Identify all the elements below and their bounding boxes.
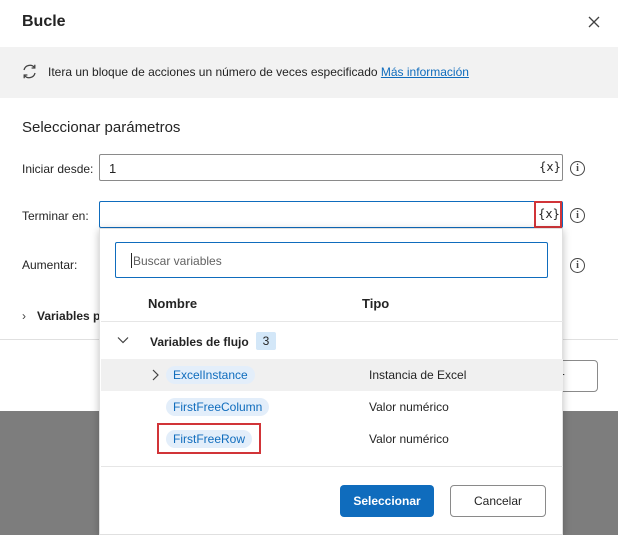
column-header-type[interactable]: Tipo — [362, 296, 389, 311]
close-icon[interactable] — [584, 12, 604, 32]
variables-produced-toggle[interactable]: Variables pr — [37, 309, 105, 323]
start-variable-button[interactable]: {x} — [538, 157, 562, 177]
variable-row-firstfreecolumn[interactable]: FirstFreeColumn Valor numérico — [101, 391, 563, 423]
flow-variables-group-label[interactable]: Variables de flujo — [150, 335, 249, 349]
variable-type: Valor numérico — [369, 432, 449, 446]
start-value: 1 — [109, 161, 117, 176]
chevron-right-icon[interactable] — [150, 369, 160, 381]
loop-icon — [23, 64, 36, 79]
start-info-icon[interactable]: i — [570, 161, 585, 176]
start-field[interactable]: 1 — [99, 154, 563, 181]
dialog-title: Bucle — [22, 13, 66, 30]
increment-label: Aumentar: — [22, 258, 78, 272]
end-field[interactable] — [99, 201, 563, 228]
select-button[interactable]: Seleccionar — [340, 485, 434, 517]
text-cursor — [131, 253, 132, 268]
variable-picker-panel: Buscar variables Nombre Tipo Variables d… — [99, 228, 563, 535]
start-label: Iniciar desde: — [22, 162, 94, 176]
flow-variables-count-badge: 3 — [256, 332, 276, 350]
header-divider — [101, 321, 563, 322]
search-variables-input[interactable]: Buscar variables — [115, 242, 548, 278]
info-description: Itera un bloque de acciones un número de… — [48, 65, 381, 79]
chevron-down-icon[interactable] — [117, 334, 129, 346]
info-text: Itera un bloque de acciones un número de… — [48, 65, 469, 79]
increment-info-icon[interactable]: i — [570, 258, 585, 273]
section-title: Seleccionar parámetros — [22, 119, 181, 136]
chevron-right-icon[interactable]: › — [22, 309, 26, 323]
highlight-box-firstfreerow — [157, 423, 261, 454]
variable-pill[interactable]: ExcelInstance — [166, 366, 255, 384]
cancel-button[interactable]: Cancelar — [450, 485, 546, 517]
variable-type: Valor numérico — [369, 400, 449, 414]
end-info-icon[interactable]: i — [570, 208, 585, 223]
list-divider — [101, 466, 563, 467]
variable-type: Instancia de Excel — [369, 368, 467, 382]
highlight-box-variable-button — [534, 201, 562, 228]
end-label: Terminar en: — [22, 209, 89, 223]
more-info-link[interactable]: Más información — [381, 65, 469, 79]
variable-pill[interactable]: FirstFreeColumn — [166, 398, 270, 416]
variable-row-excelinstance[interactable]: ExcelInstance Instancia de Excel — [101, 359, 563, 391]
search-placeholder: Buscar variables — [133, 254, 222, 268]
column-header-name[interactable]: Nombre — [148, 296, 197, 311]
